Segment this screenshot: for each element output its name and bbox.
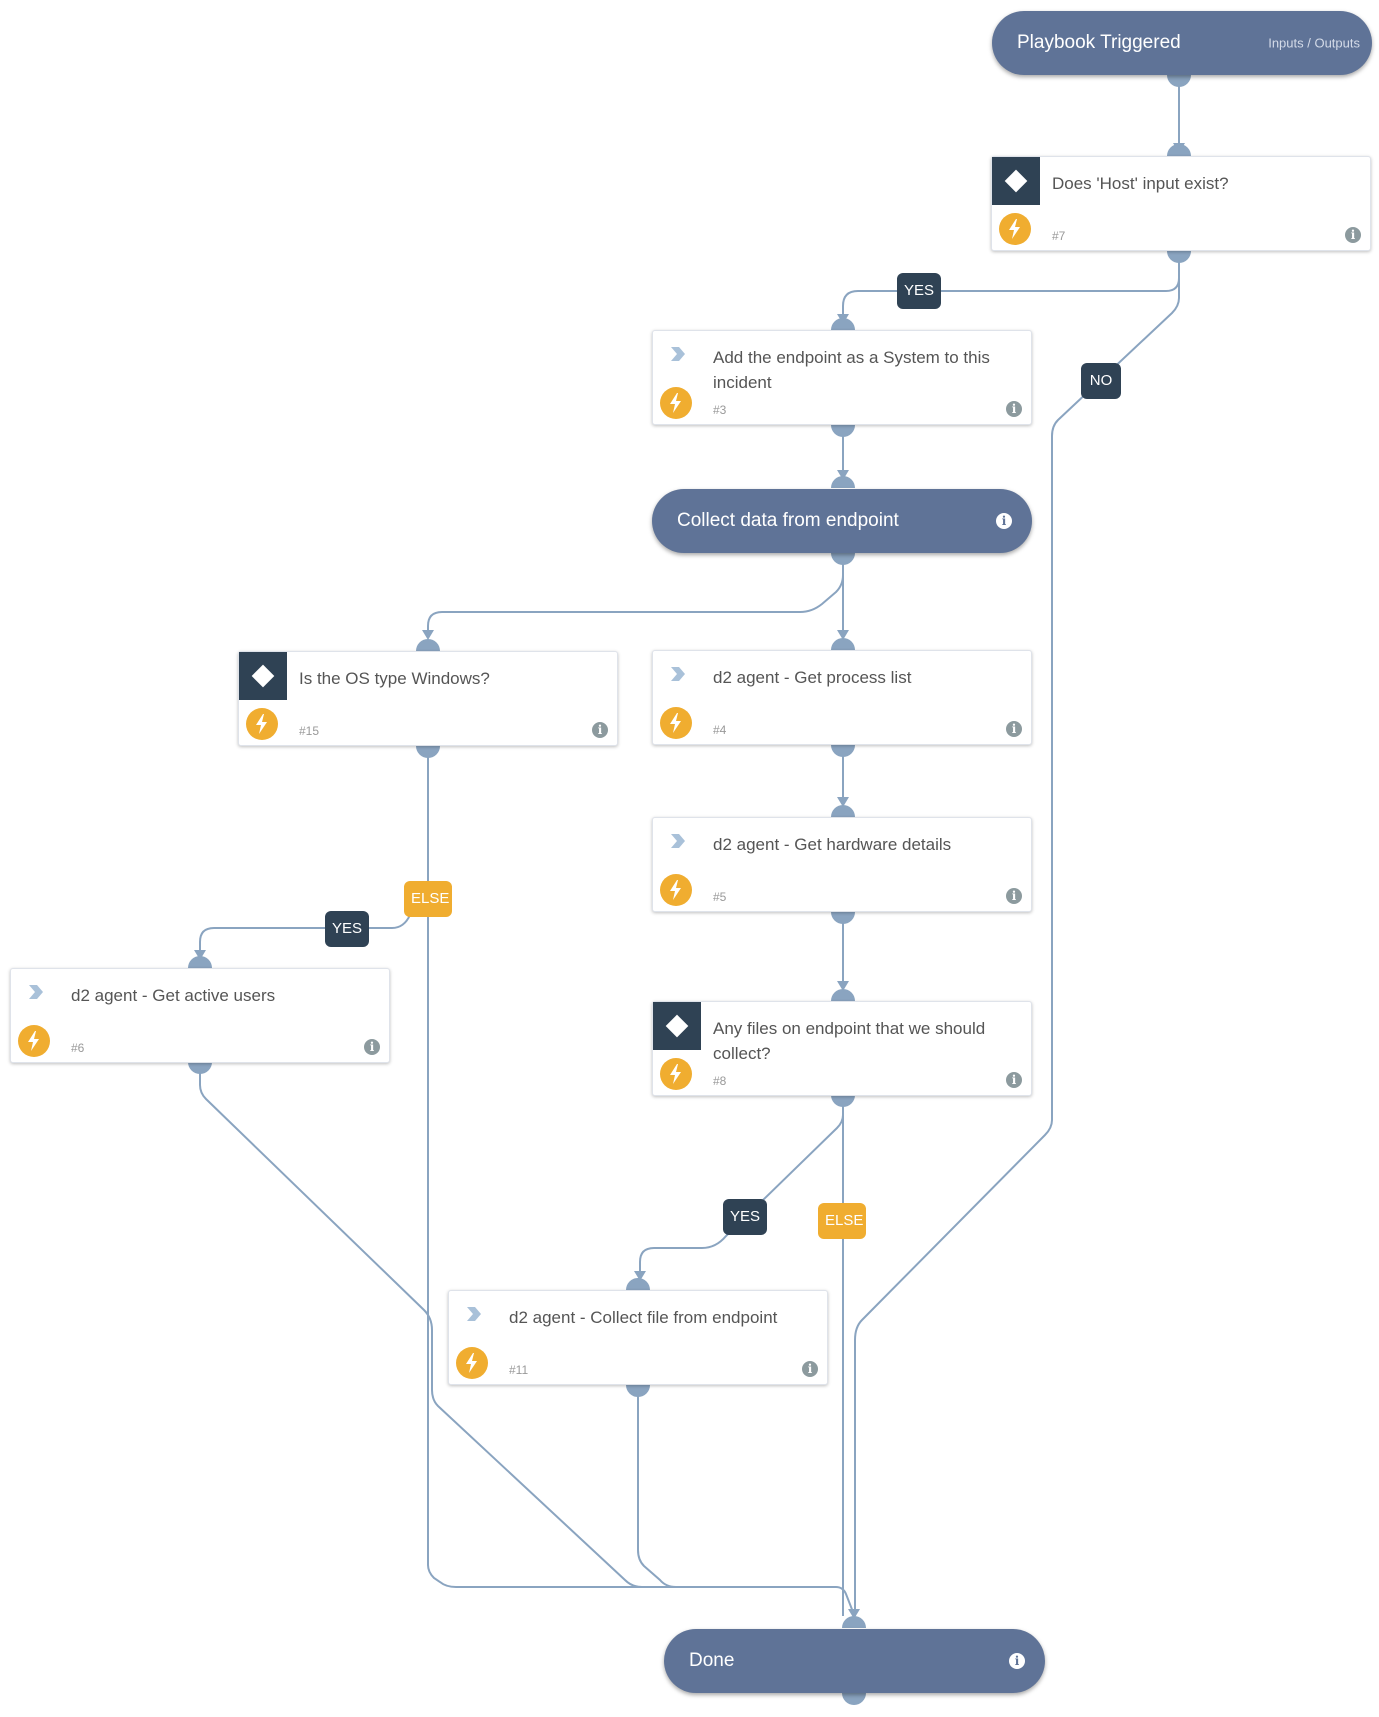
chevron-right-icon <box>29 985 43 999</box>
task-node-15[interactable]: Is the OS type Windows? #15 i <box>238 651 618 746</box>
edge-15-yes-to-6 <box>199 914 411 955</box>
branch-yes-badge: YES <box>897 273 941 309</box>
task-number: #3 <box>713 403 727 417</box>
edge-7-yes-to-3 <box>842 260 1180 320</box>
automation-bolt-icon <box>18 1025 50 1057</box>
info-icon[interactable]: i <box>1006 401 1022 417</box>
info-icon[interactable]: i <box>1006 721 1022 737</box>
info-icon[interactable]: i <box>996 513 1012 529</box>
automation-bolt-icon <box>246 708 278 740</box>
task-label: d2 agent - Collect file from endpoint <box>509 1308 778 1327</box>
task-label: d2 agent - Get hardware details <box>713 835 952 854</box>
task-number: #11 <box>509 1363 529 1377</box>
info-icon[interactable]: i <box>1009 1653 1025 1669</box>
task-number: #5 <box>713 890 727 904</box>
chevron-right-icon <box>467 1307 481 1321</box>
diamond-icon <box>665 1014 689 1038</box>
arrow-head <box>422 630 434 640</box>
done-title: Done <box>689 1650 735 1671</box>
task-label: d2 agent - Get process list <box>713 668 912 687</box>
info-icon[interactable]: i <box>592 722 608 738</box>
task-node-4[interactable]: d2 agent - Get process list #4 i <box>652 650 1032 745</box>
chevron-right-icon <box>671 667 685 681</box>
task-node-8[interactable]: Any files on endpoint that we should col… <box>652 1001 1032 1096</box>
edge-7-no-to-done <box>854 278 1180 1616</box>
condition-header <box>239 652 287 700</box>
automation-bolt-icon <box>660 387 692 419</box>
task-number: #8 <box>713 1074 727 1088</box>
task-number: #7 <box>1052 229 1066 243</box>
info-icon[interactable]: i <box>364 1039 380 1055</box>
section-title: Collect data from endpoint <box>677 510 899 531</box>
task-node-5[interactable]: d2 agent - Get hardware details #5 i <box>652 817 1032 912</box>
branch-yes-badge: YES <box>723 1199 767 1235</box>
info-icon[interactable]: i <box>1006 1072 1022 1088</box>
task-node-6[interactable]: d2 agent - Get active users #6 i <box>10 968 390 1063</box>
automation-bolt-icon <box>660 1058 692 1090</box>
task-number: #15 <box>299 724 320 738</box>
chevron-right-icon <box>671 347 685 361</box>
branch-else-badge: ELSE <box>404 881 452 917</box>
playbook-triggered-node[interactable]: Playbook Triggered Inputs / Outputs <box>992 11 1372 75</box>
automation-bolt-icon <box>999 213 1031 245</box>
trigger-title: Playbook Triggered <box>1017 32 1181 53</box>
chevron-right-icon <box>671 834 685 848</box>
task-label: Does 'Host' input exist? <box>1052 174 1229 193</box>
task-number: #6 <box>71 1041 85 1055</box>
info-icon[interactable]: i <box>1345 227 1361 243</box>
info-icon[interactable]: i <box>802 1361 818 1377</box>
info-icon[interactable]: i <box>1006 888 1022 904</box>
task-label: d2 agent - Get active users <box>71 986 276 1005</box>
automation-bolt-icon <box>660 874 692 906</box>
task-node-7[interactable]: Does 'Host' input exist? #7 i <box>991 156 1371 251</box>
branch-else-badge: ELSE <box>818 1203 866 1239</box>
task-label: Any files on endpoint that we should col… <box>713 1019 986 1063</box>
task-node-3[interactable]: Add the endpoint as a System to this inc… <box>652 330 1032 425</box>
automation-bolt-icon <box>456 1347 488 1379</box>
condition-header <box>653 1002 701 1050</box>
condition-header <box>992 157 1040 205</box>
branch-no-badge: NO <box>1081 363 1121 399</box>
branch-yes-badge: YES <box>325 911 369 947</box>
collect-data-section-node[interactable]: Collect data from endpoint i <box>652 489 1032 553</box>
automation-bolt-icon <box>660 707 692 739</box>
task-number: #4 <box>713 723 727 737</box>
edge-11-to-done <box>637 1392 677 1588</box>
edge-section-to-15 <box>427 574 844 636</box>
done-node[interactable]: Done i <box>664 1629 1045 1693</box>
task-node-11[interactable]: d2 agent - Collect file from endpoint #1… <box>448 1290 828 1385</box>
task-label: Is the OS type Windows? <box>299 669 490 688</box>
edge-8-yes-to-11 <box>639 1102 844 1276</box>
diamond-icon <box>251 664 275 688</box>
diamond-icon <box>1004 169 1028 193</box>
task-label: Add the endpoint as a System to this inc… <box>713 348 990 392</box>
inputs-outputs-link[interactable]: Inputs / Outputs <box>1268 36 1360 51</box>
